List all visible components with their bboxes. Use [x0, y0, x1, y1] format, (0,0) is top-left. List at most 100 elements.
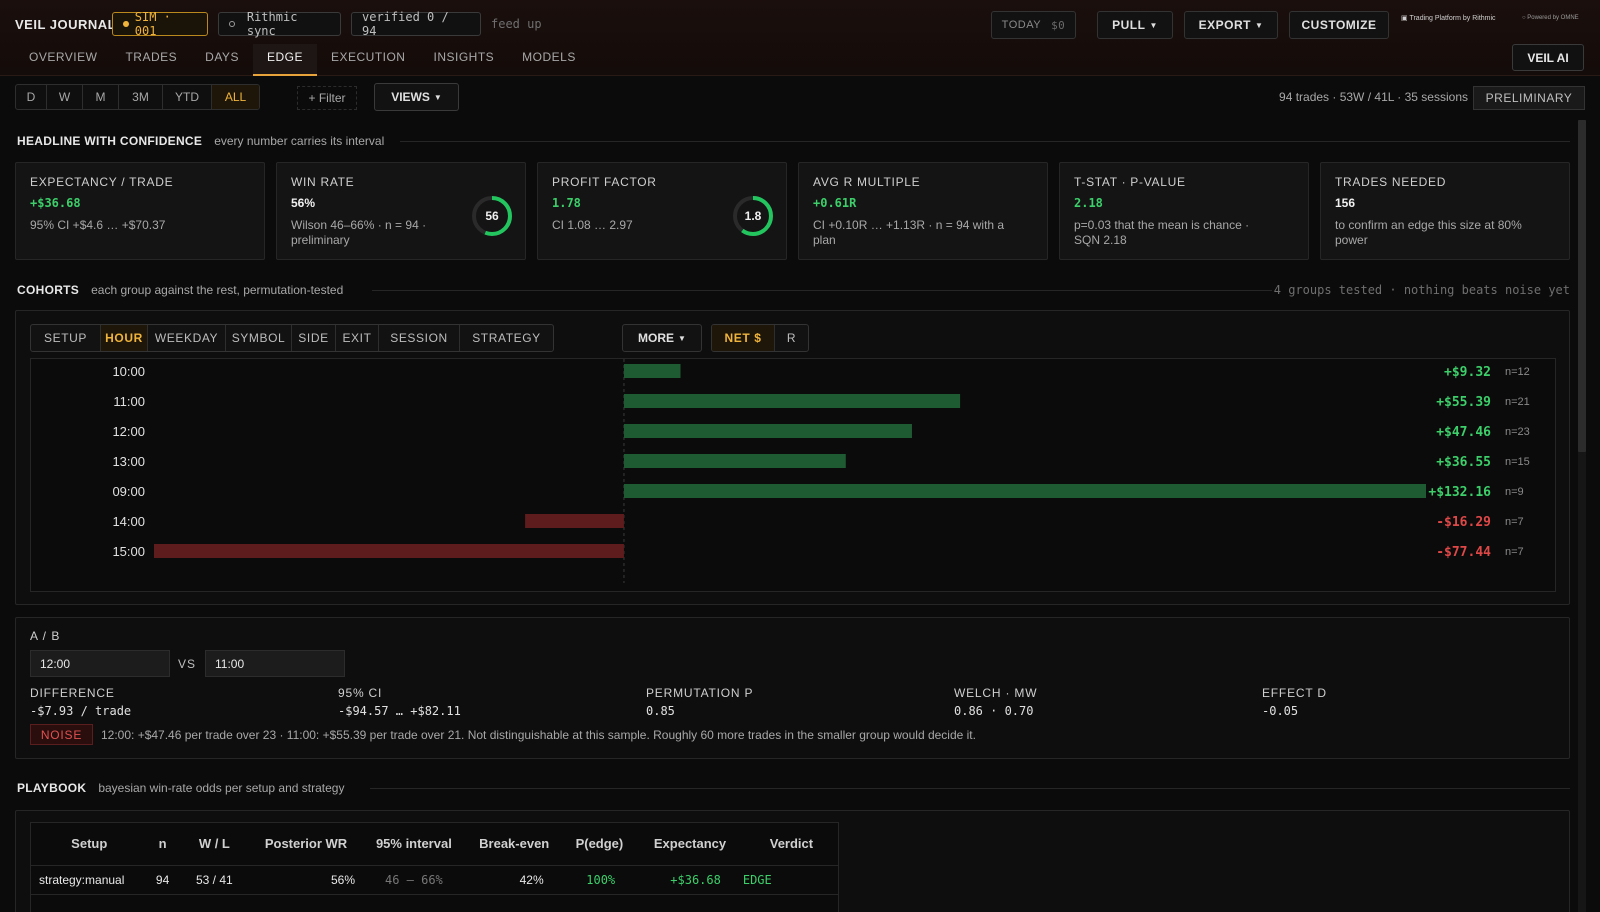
- value-label: +$47.46: [1436, 425, 1491, 440]
- card-label: PROFIT FACTOR: [552, 175, 657, 189]
- count-label: n=15: [1505, 456, 1530, 468]
- rithmic-sync-button[interactable]: Rithmic sync: [218, 10, 341, 38]
- noise-explanation: 12:00: +$47.46 per trade over 23 · 11:00…: [101, 728, 976, 742]
- noise-badge: NOISE: [30, 724, 93, 745]
- ab-group-a-input[interactable]: [30, 650, 170, 677]
- cohorts-subtitle: each group against the rest, permutation…: [91, 283, 344, 297]
- cohort-tab-exit[interactable]: EXIT: [336, 325, 379, 351]
- metric-tab-net[interactable]: NET $: [712, 325, 775, 351]
- count-label: n=21: [1505, 396, 1530, 408]
- tab-edge[interactable]: EDGE: [252, 44, 317, 76]
- tab-execution[interactable]: EXECUTION: [317, 44, 420, 76]
- preliminary-badge: PRELIMINARY: [1473, 86, 1585, 110]
- chevron-down-icon: ▼: [433, 92, 442, 102]
- card-subtext: to confirm an edge this size at 80% powe…: [1335, 218, 1522, 247]
- card-label: EXPECTANCY / TRADE: [30, 175, 174, 189]
- bar[interactable]: [623, 454, 846, 468]
- bar[interactable]: [623, 484, 1426, 498]
- card-value: +$36.68: [30, 196, 81, 210]
- ab-stat-value: -$7.93 / trade: [30, 704, 132, 718]
- sim-account-label: SIM · 001: [134, 10, 171, 38]
- column-header[interactable]: W / L: [177, 823, 252, 866]
- sim-account-badge[interactable]: SIM · 001: [112, 10, 208, 38]
- bar[interactable]: [525, 514, 624, 528]
- cohort-tab-hour[interactable]: HOUR: [101, 325, 148, 351]
- cohort-tab-side[interactable]: SIDE: [292, 325, 336, 351]
- gauge-ring: 1.8: [731, 194, 775, 238]
- category-label: 13:00: [112, 454, 145, 469]
- column-header[interactable]: 95% interval: [361, 823, 467, 866]
- sync-label: Rithmic sync: [246, 10, 298, 38]
- category-label: 09:00: [112, 484, 145, 499]
- cohort-tab-setup[interactable]: SETUP: [31, 325, 101, 351]
- metric-tab-r[interactable]: R: [775, 325, 808, 351]
- table-row[interactable]: strategy:manual 94 53 / 41 56% 46 – 66% 42% 10…: [31, 865, 838, 895]
- card-subtext: 95% CI +$4.6 … +$70.37: [30, 218, 166, 232]
- column-header[interactable]: Setup: [31, 823, 148, 866]
- column-header[interactable]: P(edge): [561, 823, 638, 866]
- cohort-tab-session[interactable]: SESSION: [379, 325, 460, 351]
- ab-group-b-input[interactable]: [205, 650, 345, 677]
- ab-stat: DIFFERENCE -$7.93 / trade: [30, 686, 131, 718]
- tab-trades[interactable]: TRADES: [111, 44, 191, 76]
- table-cell-wl: 53 / 41: [177, 865, 252, 895]
- table-header-row: Setup n W / L Posterior WR 95% interval Break…: [31, 823, 838, 866]
- pull-label: PULL: [1112, 18, 1146, 32]
- table-cell-setup: strategy:manual: [31, 865, 148, 895]
- bar[interactable]: [154, 544, 624, 558]
- ab-stat-label: DIFFERENCE: [30, 686, 115, 700]
- add-filter-button[interactable]: + Filter: [297, 86, 357, 110]
- export-button[interactable]: EXPORT ▼: [1184, 11, 1278, 39]
- value-label: -$16.29: [1436, 515, 1491, 530]
- table-cell-n: 94: [147, 865, 178, 895]
- customize-button[interactable]: CUSTOMIZE: [1289, 11, 1389, 39]
- range-ytd[interactable]: YTD: [163, 85, 212, 109]
- more-label: MORE: [638, 331, 675, 345]
- chevron-down-icon: ▼: [1149, 20, 1158, 30]
- range-all[interactable]: ALL: [212, 85, 259, 109]
- ab-stat-label: WELCH · MW: [954, 686, 1038, 700]
- value-label: +$55.39: [1436, 395, 1491, 410]
- tab-insights[interactable]: INSIGHTS: [419, 44, 508, 76]
- main-tabs: OVERVIEW TRADES DAYS EDGE EXECUTION INSIGHTS M…: [15, 44, 590, 76]
- cohort-tab-symbol[interactable]: SYMBOL: [226, 325, 292, 351]
- pull-button[interactable]: PULL ▼: [1097, 11, 1173, 39]
- column-header[interactable]: n: [147, 823, 178, 866]
- bar[interactable]: [623, 394, 961, 408]
- tab-overview[interactable]: OVERVIEW: [15, 44, 111, 76]
- column-header[interactable]: Expectancy: [637, 823, 743, 866]
- card-label: AVG R MULTIPLE: [813, 175, 921, 189]
- chevron-down-icon: ▼: [678, 333, 686, 343]
- views-button[interactable]: VIEWS ▼: [374, 83, 459, 111]
- range-m[interactable]: M: [83, 85, 119, 109]
- cohort-tab-weekday[interactable]: WEEKDAY: [148, 325, 226, 351]
- bar[interactable]: [623, 364, 681, 378]
- column-header[interactable]: Break-even: [466, 823, 562, 866]
- cohort-chart-panel: 10:00 +$9.32 n=12 11:00 +$55.39 n=21 12:00 +$47…: [30, 358, 1556, 592]
- divider: [372, 290, 1272, 291]
- today-value: $0: [1051, 18, 1066, 32]
- cohorts-section-title: COHORTS each group against the rest, per…: [17, 283, 343, 297]
- range-d[interactable]: D: [16, 85, 47, 109]
- tab-models[interactable]: MODELS: [508, 44, 590, 76]
- vs-label: VS: [178, 657, 197, 671]
- table-cell-pedge: 100%: [561, 865, 638, 895]
- column-header[interactable]: Posterior WR: [251, 823, 362, 866]
- cohort-bar-chart: 10:00 +$9.32 n=12 11:00 +$55.39 n=21 12:00 +$47…: [112, 359, 1530, 583]
- ab-stat-label: PERMUTATION P: [646, 686, 754, 700]
- column-header[interactable]: Verdict: [742, 823, 838, 866]
- cohort-tab-strategy[interactable]: STRATEGY: [460, 325, 553, 351]
- metric-card: WIN RATE 56% Wilson 46–66% · n = 94 · prel…: [276, 162, 526, 260]
- range-w[interactable]: W: [47, 85, 83, 109]
- ab-stat-label: EFFECT D: [1262, 686, 1327, 700]
- tab-days[interactable]: DAYS: [191, 44, 253, 76]
- brand-title: VEIL JOURNAL: [15, 17, 117, 32]
- bar[interactable]: [623, 424, 912, 438]
- playbook-table-wrap: Setup n W / L Posterior WR 95% interval Break…: [30, 822, 839, 912]
- veil-ai-button[interactable]: VEIL AI: [1512, 44, 1584, 71]
- more-groups-button[interactable]: MORE ▼: [622, 324, 702, 352]
- range-3m[interactable]: 3M: [119, 85, 163, 109]
- scrollbar-thumb[interactable]: [1578, 120, 1586, 452]
- today-label: TODAY: [1001, 19, 1042, 31]
- category-label: 12:00: [112, 424, 145, 439]
